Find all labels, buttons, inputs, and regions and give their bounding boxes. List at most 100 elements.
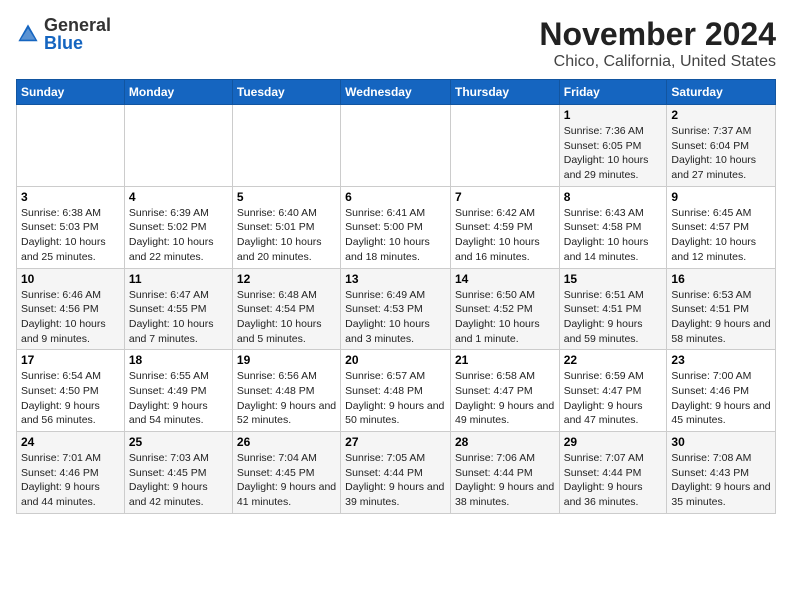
day-info: Sunrise: 6:51 AM Sunset: 4:51 PM Dayligh…	[564, 288, 663, 347]
day-info: Sunrise: 7:05 AM Sunset: 4:44 PM Dayligh…	[345, 451, 446, 510]
day-info: Sunrise: 7:04 AM Sunset: 4:45 PM Dayligh…	[237, 451, 336, 510]
calendar-cell: 14Sunrise: 6:50 AM Sunset: 4:52 PM Dayli…	[450, 268, 559, 350]
calendar-cell: 13Sunrise: 6:49 AM Sunset: 4:53 PM Dayli…	[341, 268, 451, 350]
calendar-cell: 6 Sunrise: 6:41 AM Sunset: 5:00 PM Daylig…	[341, 186, 451, 268]
day-number: 29	[564, 435, 663, 449]
calendar-cell: 1 Sunrise: 7:36 AM Sunset: 6:05 PM Daylig…	[559, 105, 667, 187]
calendar-week-row: 10Sunrise: 6:46 AM Sunset: 4:56 PM Dayli…	[17, 268, 776, 350]
day-number: 13	[345, 272, 446, 286]
calendar-cell: 29 Sunrise: 7:07 AM Sunset: 4:44 PM Dayli…	[559, 432, 667, 514]
day-number: 5	[237, 190, 336, 204]
day-info: Sunrise: 7:03 AM Sunset: 4:45 PM Dayligh…	[129, 451, 228, 510]
day-info: Sunrise: 7:08 AM Sunset: 4:43 PM Dayligh…	[671, 451, 771, 510]
day-number: 21	[455, 353, 555, 367]
calendar-cell: 23Sunrise: 7:00 AM Sunset: 4:46 PM Dayli…	[667, 350, 776, 432]
day-info: Sunrise: 7:36 AM Sunset: 6:05 PM Dayligh…	[564, 124, 663, 183]
calendar-cell: 20Sunrise: 6:57 AM Sunset: 4:48 PM Dayli…	[341, 350, 451, 432]
calendar-cell: 30Sunrise: 7:08 AM Sunset: 4:43 PM Dayli…	[667, 432, 776, 514]
day-number: 23	[671, 353, 771, 367]
page-header: General Blue November 2024 Chico, Califo…	[16, 16, 776, 71]
calendar-table: SundayMondayTuesdayWednesdayThursdayFrid…	[16, 79, 776, 514]
calendar-cell: 7 Sunrise: 6:42 AM Sunset: 4:59 PM Daylig…	[450, 186, 559, 268]
calendar-week-row: 17 Sunrise: 6:54 AM Sunset: 4:50 PM Dayli…	[17, 350, 776, 432]
logo: General Blue	[16, 16, 111, 52]
day-number: 9	[671, 190, 771, 204]
calendar-cell: 21 Sunrise: 6:58 AM Sunset: 4:47 PM Dayli…	[450, 350, 559, 432]
calendar-cell: 19 Sunrise: 6:56 AM Sunset: 4:48 PM Dayli…	[232, 350, 340, 432]
day-info: Sunrise: 7:37 AM Sunset: 6:04 PM Dayligh…	[671, 124, 771, 183]
weekday-header: Tuesday	[232, 80, 340, 105]
day-number: 2	[671, 108, 771, 122]
day-number: 17	[21, 353, 120, 367]
day-info: Sunrise: 6:40 AM Sunset: 5:01 PM Dayligh…	[237, 206, 336, 265]
weekday-header: Saturday	[667, 80, 776, 105]
calendar-week-row: 1 Sunrise: 7:36 AM Sunset: 6:05 PM Daylig…	[17, 105, 776, 187]
day-info: Sunrise: 6:45 AM Sunset: 4:57 PM Dayligh…	[671, 206, 771, 265]
day-info: Sunrise: 6:47 AM Sunset: 4:55 PM Dayligh…	[129, 288, 228, 347]
day-number: 28	[455, 435, 555, 449]
calendar-body: 1 Sunrise: 7:36 AM Sunset: 6:05 PM Daylig…	[17, 105, 776, 514]
calendar-cell: 8Sunrise: 6:43 AM Sunset: 4:58 PM Daylig…	[559, 186, 667, 268]
weekday-header: Sunday	[17, 80, 125, 105]
calendar-cell	[232, 105, 340, 187]
day-number: 7	[455, 190, 555, 204]
calendar-cell: 18 Sunrise: 6:55 AM Sunset: 4:49 PM Dayli…	[124, 350, 232, 432]
day-info: Sunrise: 6:56 AM Sunset: 4:48 PM Dayligh…	[237, 369, 336, 428]
day-number: 27	[345, 435, 446, 449]
calendar-cell: 17 Sunrise: 6:54 AM Sunset: 4:50 PM Dayli…	[17, 350, 125, 432]
day-number: 12	[237, 272, 336, 286]
day-info: Sunrise: 6:59 AM Sunset: 4:47 PM Dayligh…	[564, 369, 663, 428]
day-number: 22	[564, 353, 663, 367]
calendar-cell: 10Sunrise: 6:46 AM Sunset: 4:56 PM Dayli…	[17, 268, 125, 350]
day-number: 19	[237, 353, 336, 367]
day-number: 6	[345, 190, 446, 204]
calendar-cell: 24 Sunrise: 7:01 AM Sunset: 4:46 PM Dayli…	[17, 432, 125, 514]
day-info: Sunrise: 6:46 AM Sunset: 4:56 PM Dayligh…	[21, 288, 120, 347]
calendar-cell	[124, 105, 232, 187]
day-number: 16	[671, 272, 771, 286]
day-info: Sunrise: 6:57 AM Sunset: 4:48 PM Dayligh…	[345, 369, 446, 428]
calendar-cell: 3 Sunrise: 6:38 AM Sunset: 5:03 PM Daylig…	[17, 186, 125, 268]
day-info: Sunrise: 7:07 AM Sunset: 4:44 PM Dayligh…	[564, 451, 663, 510]
calendar-cell: 22 Sunrise: 6:59 AM Sunset: 4:47 PM Dayli…	[559, 350, 667, 432]
day-number: 18	[129, 353, 228, 367]
day-number: 3	[21, 190, 120, 204]
day-info: Sunrise: 6:58 AM Sunset: 4:47 PM Dayligh…	[455, 369, 555, 428]
day-info: Sunrise: 6:54 AM Sunset: 4:50 PM Dayligh…	[21, 369, 120, 428]
day-info: Sunrise: 6:42 AM Sunset: 4:59 PM Dayligh…	[455, 206, 555, 265]
calendar-cell: 2 Sunrise: 7:37 AM Sunset: 6:04 PM Daylig…	[667, 105, 776, 187]
day-number: 1	[564, 108, 663, 122]
calendar-cell: 28 Sunrise: 7:06 AM Sunset: 4:44 PM Dayli…	[450, 432, 559, 514]
calendar-header: SundayMondayTuesdayWednesdayThursdayFrid…	[17, 80, 776, 105]
day-info: Sunrise: 6:39 AM Sunset: 5:02 PM Dayligh…	[129, 206, 228, 265]
month-year-title: November 2024	[539, 16, 776, 53]
day-info: Sunrise: 6:41 AM Sunset: 5:00 PM Dayligh…	[345, 206, 446, 265]
logo-icon	[16, 22, 40, 46]
calendar-cell: 9 Sunrise: 6:45 AM Sunset: 4:57 PM Daylig…	[667, 186, 776, 268]
weekday-header: Monday	[124, 80, 232, 105]
day-info: Sunrise: 7:06 AM Sunset: 4:44 PM Dayligh…	[455, 451, 555, 510]
weekday-header: Wednesday	[341, 80, 451, 105]
day-number: 8	[564, 190, 663, 204]
day-info: Sunrise: 6:38 AM Sunset: 5:03 PM Dayligh…	[21, 206, 120, 265]
calendar-cell	[17, 105, 125, 187]
day-info: Sunrise: 6:50 AM Sunset: 4:52 PM Dayligh…	[455, 288, 555, 347]
calendar-cell: 15 Sunrise: 6:51 AM Sunset: 4:51 PM Dayli…	[559, 268, 667, 350]
day-info: Sunrise: 6:53 AM Sunset: 4:51 PM Dayligh…	[671, 288, 771, 347]
weekday-row: SundayMondayTuesdayWednesdayThursdayFrid…	[17, 80, 776, 105]
calendar-week-row: 3 Sunrise: 6:38 AM Sunset: 5:03 PM Daylig…	[17, 186, 776, 268]
day-number: 15	[564, 272, 663, 286]
calendar-cell: 16 Sunrise: 6:53 AM Sunset: 4:51 PM Dayli…	[667, 268, 776, 350]
calendar-cell: 5 Sunrise: 6:40 AM Sunset: 5:01 PM Daylig…	[232, 186, 340, 268]
day-number: 24	[21, 435, 120, 449]
day-number: 26	[237, 435, 336, 449]
calendar-cell: 27 Sunrise: 7:05 AM Sunset: 4:44 PM Dayli…	[341, 432, 451, 514]
day-number: 25	[129, 435, 228, 449]
calendar-cell: 11Sunrise: 6:47 AM Sunset: 4:55 PM Dayli…	[124, 268, 232, 350]
day-info: Sunrise: 7:01 AM Sunset: 4:46 PM Dayligh…	[21, 451, 120, 510]
calendar-week-row: 24 Sunrise: 7:01 AM Sunset: 4:46 PM Dayli…	[17, 432, 776, 514]
day-info: Sunrise: 6:55 AM Sunset: 4:49 PM Dayligh…	[129, 369, 228, 428]
calendar-cell: 26 Sunrise: 7:04 AM Sunset: 4:45 PM Dayli…	[232, 432, 340, 514]
weekday-header: Thursday	[450, 80, 559, 105]
calendar-cell: 4Sunrise: 6:39 AM Sunset: 5:02 PM Daylig…	[124, 186, 232, 268]
